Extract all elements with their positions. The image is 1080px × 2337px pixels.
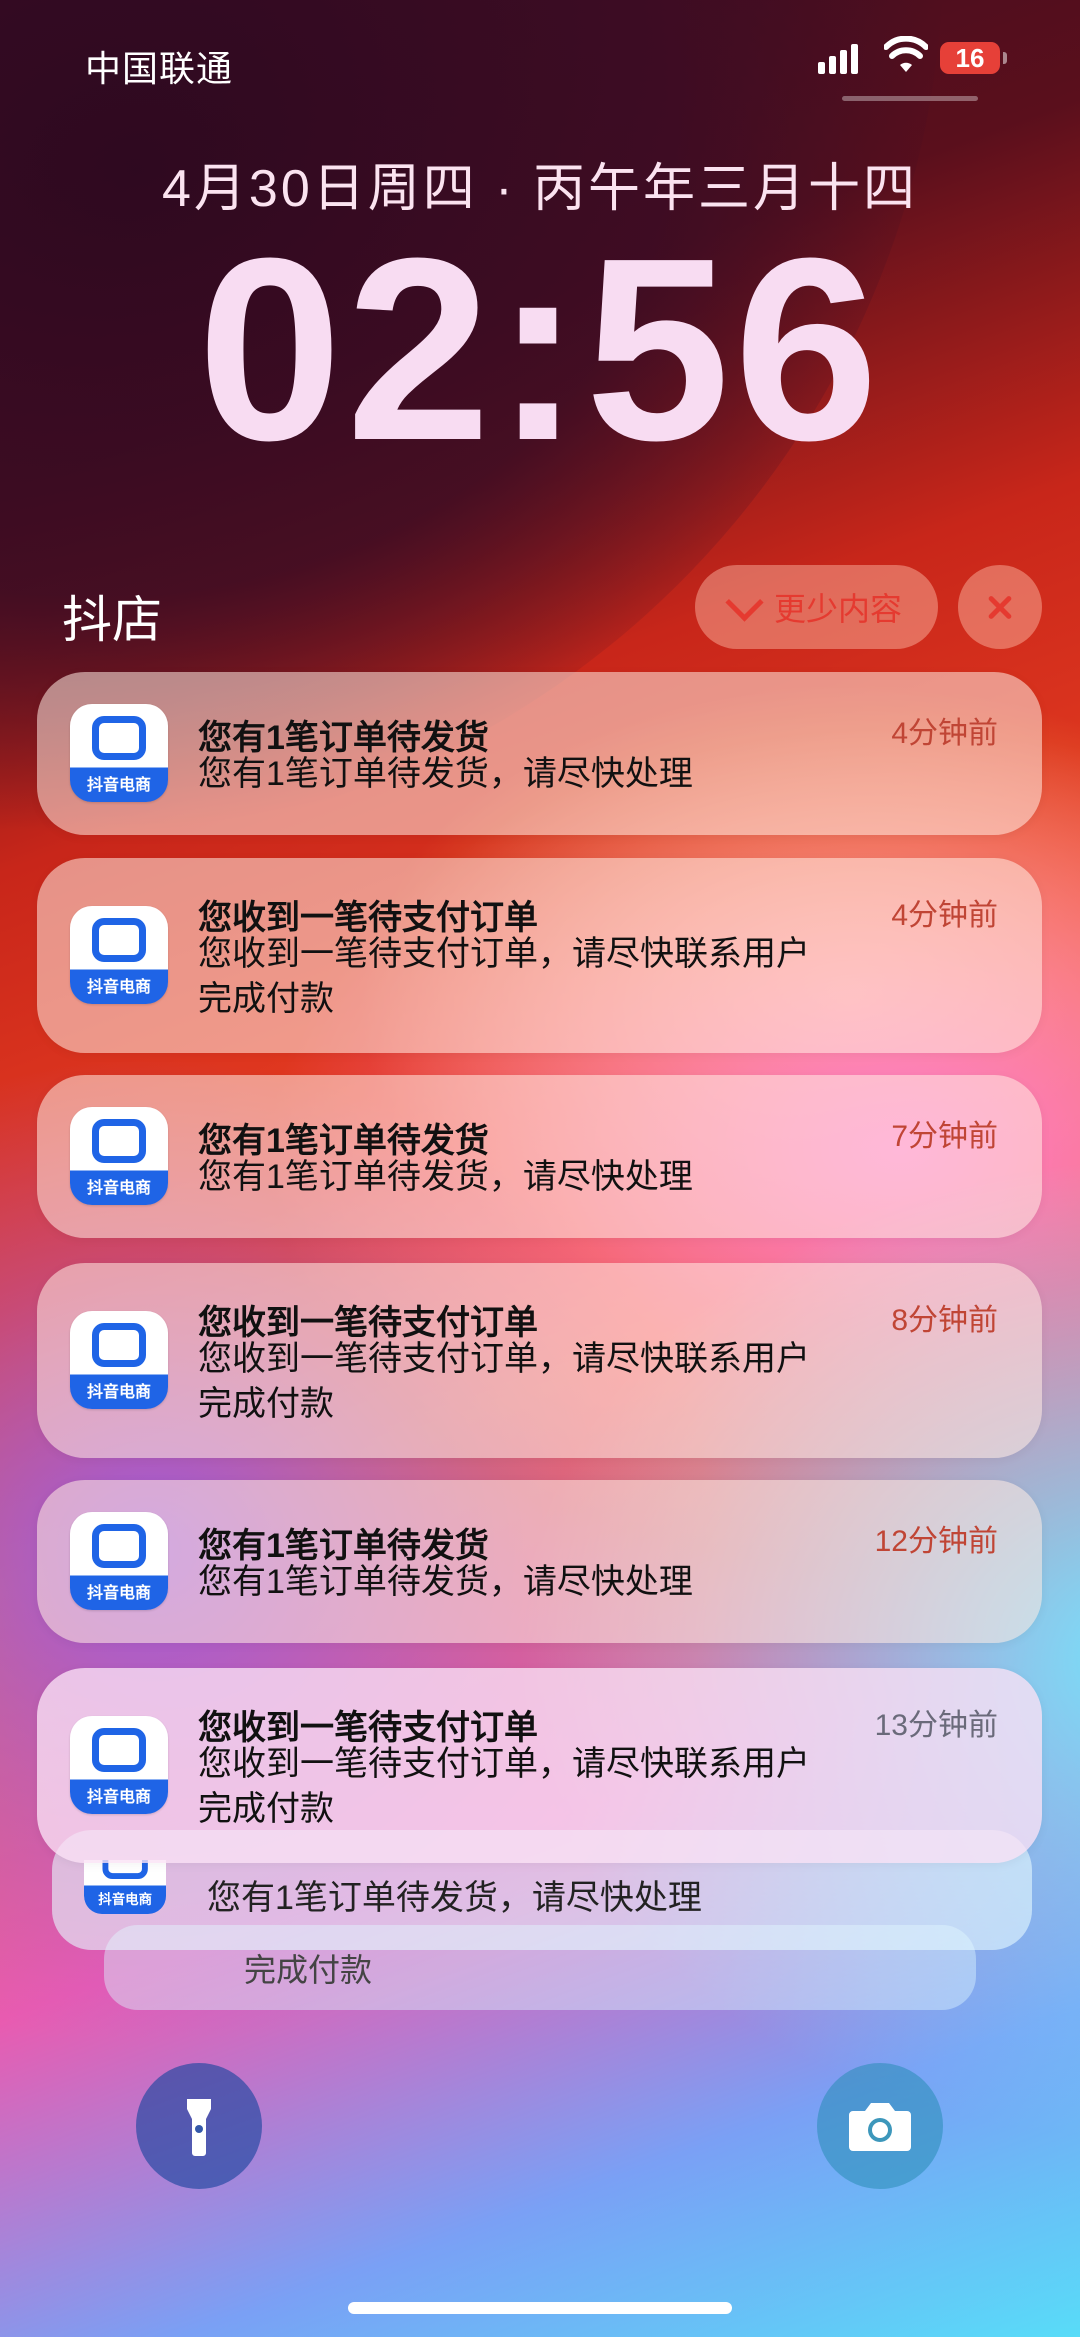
notification-card[interactable]: 抖音电商 您有1笔订单待发货 您有1笔订单待发货，请尽快处理 4分钟前 [37, 672, 1042, 835]
camera-icon [849, 2103, 911, 2151]
wifi-icon [884, 36, 928, 72]
app-icon: 抖音电商 [70, 1107, 168, 1205]
app-icon: 抖音电商 [84, 1860, 166, 1914]
app-icon: 抖音电商 [70, 1512, 168, 1610]
app-icon: 抖音电商 [70, 1311, 168, 1409]
notification-body-line2: 完成付款 [198, 1385, 334, 1423]
clear-notifications-button[interactable] [958, 565, 1042, 649]
notification-card[interactable]: 抖音电商 您收到一笔待支付订单 您收到一笔待支付订单，请尽快联系用户 完成付款 … [37, 858, 1042, 1053]
show-less-label: 更少内容 [773, 591, 902, 627]
notification-body-line2: 完成付款 [198, 1790, 334, 1828]
notification-card[interactable]: 抖音电商 您有1笔订单待发货 您有1笔订单待发货，请尽快处理 12分钟前 [37, 1480, 1042, 1643]
notification-time: 7分钟前 [891, 1120, 998, 1153]
notification-time: 12分钟前 [874, 1525, 998, 1558]
notification-time: 13分钟前 [874, 1709, 998, 1742]
notification-group-title: 抖店 [62, 592, 162, 648]
notification-card[interactable]: 抖音电商 您收到一笔待支付订单 您收到一笔待支付订单，请尽快联系用户 完成付款 … [37, 1263, 1042, 1458]
flashlight-icon [187, 2099, 211, 2156]
notification-body-line1: 您收到一笔待支付订单，请尽快联系用户 [198, 1340, 810, 1378]
notification-card[interactable]: 抖音电商 您有1笔订单待发货 您有1笔订单待发货，请尽快处理 7分钟前 [37, 1075, 1042, 1238]
app-icon: 抖音电商 [70, 906, 168, 1004]
notification-card[interactable]: 抖音电商 您收到一笔待支付订单 您收到一笔待支付订单，请尽快联系用户 完成付款 … [37, 1668, 1042, 1863]
battery-tip [1003, 52, 1007, 64]
notification-body-line2: 完成付款 [198, 980, 334, 1018]
app-icon: 抖音电商 [70, 1716, 168, 1814]
carrier-name: 中国联通 [85, 48, 234, 89]
app-icon: 抖音电商 [70, 704, 168, 802]
notification-time: 4分钟前 [891, 717, 998, 750]
lock-time: 02:56 [197, 205, 883, 495]
home-indicator[interactable] [348, 2302, 732, 2314]
notification-body-line1: 您收到一笔待支付订单，请尽快联系用户 [198, 1745, 810, 1783]
notification-time: 4分钟前 [891, 899, 998, 932]
stacked-notification-text: 完成付款 [244, 1952, 373, 1988]
notification-time: 8分钟前 [891, 1304, 998, 1337]
flashlight-button[interactable] [136, 2063, 262, 2189]
notification-body: 您有1笔订单待发货，请尽快处理 [198, 755, 693, 793]
status-bar: 中国联通 16 [0, 0, 1080, 110]
battery-icon: 16 [940, 42, 1000, 74]
camera-button[interactable] [817, 2063, 943, 2189]
show-less-button[interactable]: 更少内容 [695, 565, 938, 649]
notification-body-line1: 您收到一笔待支付订单，请尽快联系用户 [198, 935, 810, 973]
notification-body: 您有1笔订单待发货，请尽快处理 [198, 1563, 693, 1601]
chevron-down-icon [725, 582, 764, 622]
stacked-notification-text: 您有1笔订单待发货，请尽快处理 [207, 1879, 702, 1917]
signal-icon [818, 44, 858, 74]
notification-body: 您有1笔订单待发货，请尽快处理 [198, 1158, 693, 1196]
dynamic-indicator [842, 96, 978, 101]
